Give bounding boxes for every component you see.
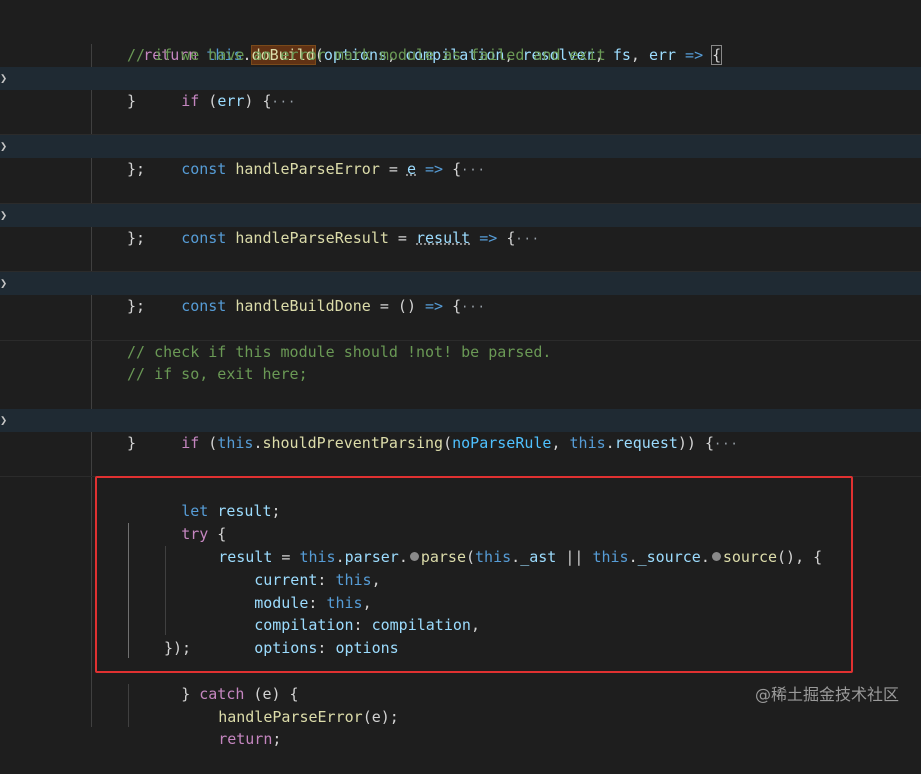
code-line[interactable]: return; bbox=[0, 705, 921, 748]
code-line[interactable]: // if we have an error mark module as fa… bbox=[0, 44, 921, 67]
code-line[interactable]: }; bbox=[0, 295, 921, 318]
code-line[interactable]: }; bbox=[0, 158, 921, 181]
code-line[interactable]: // if so, exit here; bbox=[0, 363, 921, 386]
token: }; bbox=[127, 229, 146, 247]
code-line-folded[interactable]: ❯ const handleParseError = e => {··· bbox=[0, 135, 921, 178]
token: ; bbox=[272, 730, 282, 748]
code-line-folded[interactable]: ❯ const handleBuildDone = () => {··· bbox=[0, 272, 921, 315]
code-line[interactable]: }; bbox=[0, 227, 921, 250]
chevron-right-icon[interactable]: ❯ bbox=[0, 67, 10, 90]
code-line[interactable]: } bbox=[0, 90, 921, 113]
chevron-right-icon[interactable]: ❯ bbox=[0, 135, 10, 158]
chevron-right-icon[interactable]: ❯ bbox=[0, 272, 10, 295]
token: } bbox=[127, 434, 137, 452]
code-line-folded[interactable]: ❯ if (this.shouldPreventParsing(noParseR… bbox=[0, 409, 921, 452]
comment: // if so, exit here; bbox=[127, 365, 308, 383]
code-line-folded[interactable]: ❯ const handleParseResult = result => {·… bbox=[0, 204, 921, 247]
comment: // if we have an error mark module as fa… bbox=[127, 46, 606, 64]
code-line[interactable]: return this.doBuild(options, compilation… bbox=[0, 21, 921, 65]
keyword: return bbox=[218, 730, 273, 748]
token: }; bbox=[127, 160, 146, 178]
token: }; bbox=[127, 297, 146, 315]
code-line[interactable]: const noParseRule = options.module && op… bbox=[0, 386, 921, 429]
watermark: @稀土掘金技术社区 bbox=[754, 685, 899, 704]
comment: // check if this module should !not! be … bbox=[127, 343, 552, 361]
chevron-right-icon[interactable]: ❯ bbox=[0, 204, 10, 227]
token: } bbox=[127, 92, 137, 110]
code-line[interactable]: // check if this module should !not! be … bbox=[0, 341, 921, 364]
chevron-right-icon[interactable]: ❯ bbox=[0, 409, 10, 432]
code-line-folded[interactable]: ❯ if (err) {··· bbox=[0, 67, 921, 110]
code-line[interactable]: } bbox=[0, 432, 921, 455]
code-editor[interactable]: return this.doBuild(options, compilation… bbox=[0, 0, 921, 748]
highlight-annotation-box bbox=[95, 476, 853, 673]
